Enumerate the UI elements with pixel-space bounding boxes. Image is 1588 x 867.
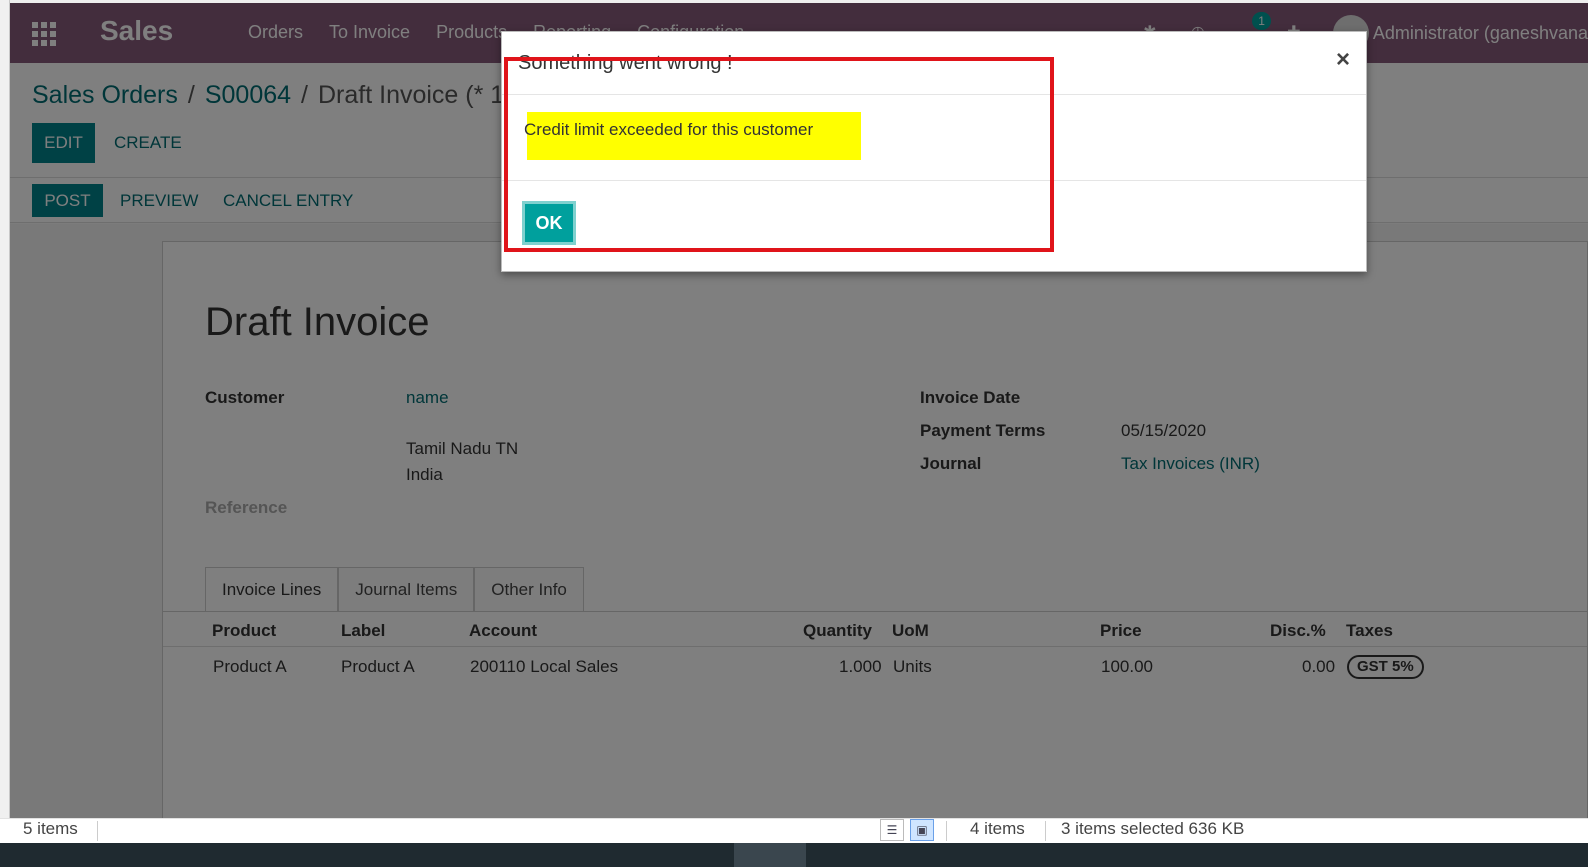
- status-items: 4 items: [970, 819, 1025, 838]
- taskbar: [0, 843, 1588, 867]
- dialog-message: Credit limit exceeded for this customer: [524, 120, 814, 139]
- status-separator: [97, 821, 98, 841]
- close-icon[interactable]: ×: [1336, 48, 1350, 72]
- details-view-icon[interactable]: ☰: [880, 819, 904, 841]
- status-separator: [1045, 821, 1046, 841]
- dialog-body: Credit limit exceeded for this customer: [502, 95, 1366, 181]
- taskbar-item[interactable]: [734, 843, 806, 867]
- status-selected: 3 items selected 636 KB: [1061, 819, 1245, 838]
- dialog-title: Something went wrong !: [518, 52, 733, 74]
- status-left-items: 5 items: [23, 819, 78, 838]
- view-switcher: ☰ ▣: [880, 819, 934, 841]
- dialog-header: Something went wrong ! ×: [502, 32, 1366, 95]
- large-icons-view-icon[interactable]: ▣: [910, 819, 934, 841]
- ok-button[interactable]: OK: [522, 201, 576, 245]
- error-dialog: Something went wrong ! × Credit limit ex…: [501, 31, 1367, 272]
- explorer-status-bar: 5 items ☰ ▣ 4 items 3 items selected 636…: [0, 818, 1588, 843]
- status-separator: [946, 821, 947, 841]
- window-left-edge: [0, 0, 10, 818]
